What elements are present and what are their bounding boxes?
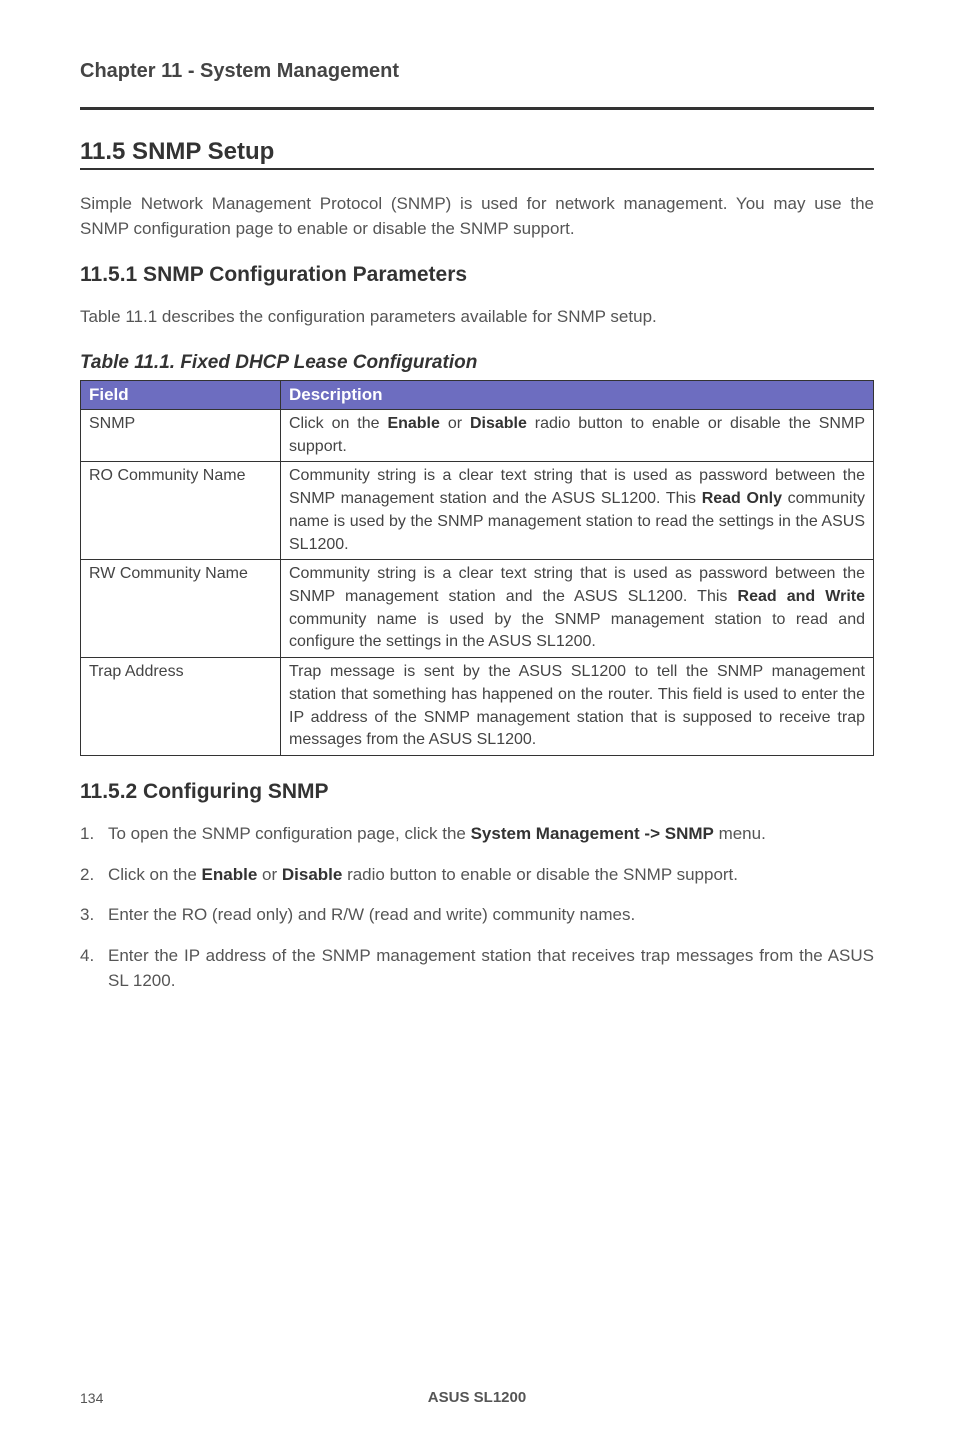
page-footer: 134 ASUS SL1200 (80, 1390, 874, 1406)
subsection-2-title: 11.5.2 Configuring SNMP (80, 780, 874, 804)
chapter-header: Chapter 11 - System Management (80, 60, 874, 93)
cell-desc: Trap message is sent by the ASUS SL1200 … (281, 658, 874, 756)
table-caption: Table 11.1. Fixed DHCP Lease Configurati… (80, 352, 874, 374)
th-field: Field (81, 380, 281, 409)
bold-text: Read Only (702, 490, 782, 507)
bold-text: Read and Write (738, 588, 866, 605)
cell-field: SNMP (81, 409, 281, 461)
cell-desc: Community string is a clear text string … (281, 560, 874, 658)
list-item: To open the SNMP configuration page, cli… (80, 822, 874, 847)
bold-text: Disable (282, 865, 342, 884)
table-row: RO Community Name Community string is a … (81, 462, 874, 560)
text: community name is used by the SNMP manag… (289, 611, 865, 651)
divider (80, 107, 874, 110)
product-name: ASUS SL1200 (428, 1389, 526, 1406)
bold-text: System Management -> SNMP (471, 824, 714, 843)
steps-list: To open the SNMP configuration page, cli… (80, 822, 874, 993)
text: radio button to enable or disable the SN… (342, 865, 738, 884)
table-header-row: Field Description (81, 380, 874, 409)
list-item: Enter the IP address of the SNMP managem… (80, 944, 874, 993)
th-description: Description (281, 380, 874, 409)
bold-text: Enable (387, 415, 439, 432)
text: or (440, 415, 470, 432)
page-number: 134 (80, 1390, 103, 1406)
cell-field: RW Community Name (81, 560, 281, 658)
table-row: RW Community Name Community string is a … (81, 560, 874, 658)
subsection-1-title: 11.5.1 SNMP Configuration Parameters (80, 263, 874, 287)
table-row: SNMP Click on the Enable or Disable radi… (81, 409, 874, 461)
text: To open the SNMP configuration page, cli… (108, 824, 471, 843)
subsection-1-intro: Table 11.1 describes the configuration p… (80, 305, 874, 330)
cell-field: Trap Address (81, 658, 281, 756)
text: Click on the (289, 415, 387, 432)
section-title: 11.5 SNMP Setup (80, 138, 874, 170)
config-table: Field Description SNMP Click on the Enab… (80, 380, 874, 756)
list-item: Click on the Enable or Disable radio but… (80, 863, 874, 888)
section-intro: Simple Network Management Protocol (SNMP… (80, 192, 874, 241)
text: or (257, 865, 282, 884)
cell-desc: Click on the Enable or Disable radio but… (281, 409, 874, 461)
bold-text: Disable (470, 415, 527, 432)
text: Click on the (108, 865, 202, 884)
cell-desc: Community string is a clear text string … (281, 462, 874, 560)
list-item: Enter the RO (read only) and R/W (read a… (80, 903, 874, 928)
text: menu. (714, 824, 766, 843)
cell-field: RO Community Name (81, 462, 281, 560)
bold-text: Enable (202, 865, 258, 884)
table-row: Trap Address Trap message is sent by the… (81, 658, 874, 756)
